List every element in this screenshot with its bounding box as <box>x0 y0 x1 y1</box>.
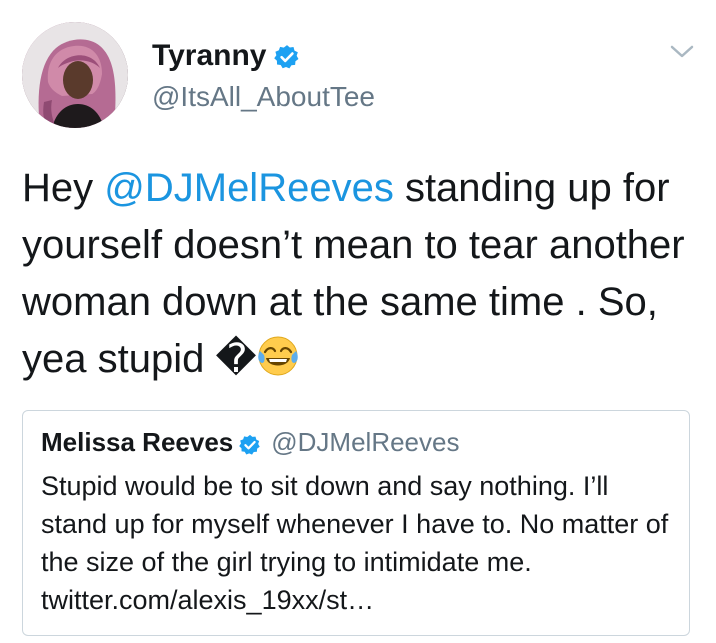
tweet-card: Tyranny @ItsAll_AboutTee Hey @DJMelReeve… <box>0 0 716 643</box>
chevron-down-icon[interactable] <box>668 42 696 62</box>
missing-glyph: � <box>215 337 257 381</box>
author-name-row[interactable]: Tyranny <box>152 38 300 74</box>
quoted-tweet-header: Melissa Reeves @DJMelReeves <box>41 426 459 458</box>
avatar[interactable] <box>22 22 128 128</box>
author-handle[interactable]: @ItsAll_AboutTee <box>152 80 375 114</box>
quoted-author-name: Melissa Reeves <box>41 427 234 457</box>
tweet-text: Hey @DJMelReeves standing up for yoursel… <box>22 160 702 388</box>
tweet-text-start: Hey <box>22 166 105 210</box>
verified-badge-icon <box>239 431 261 455</box>
quoted-tweet[interactable]: Melissa Reeves @DJMelReeves Stupid would… <box>22 410 690 636</box>
mention-link[interactable]: @DJMelReeves <box>104 166 394 210</box>
tears-of-joy-emoji-icon <box>256 334 300 378</box>
quoted-tweet-text: Stupid would be to sit down and say noth… <box>41 471 669 615</box>
verified-badge-icon <box>274 43 300 69</box>
quoted-author-handle: @DJMelReeves <box>271 427 460 457</box>
author-name[interactable]: Tyranny <box>152 38 266 74</box>
